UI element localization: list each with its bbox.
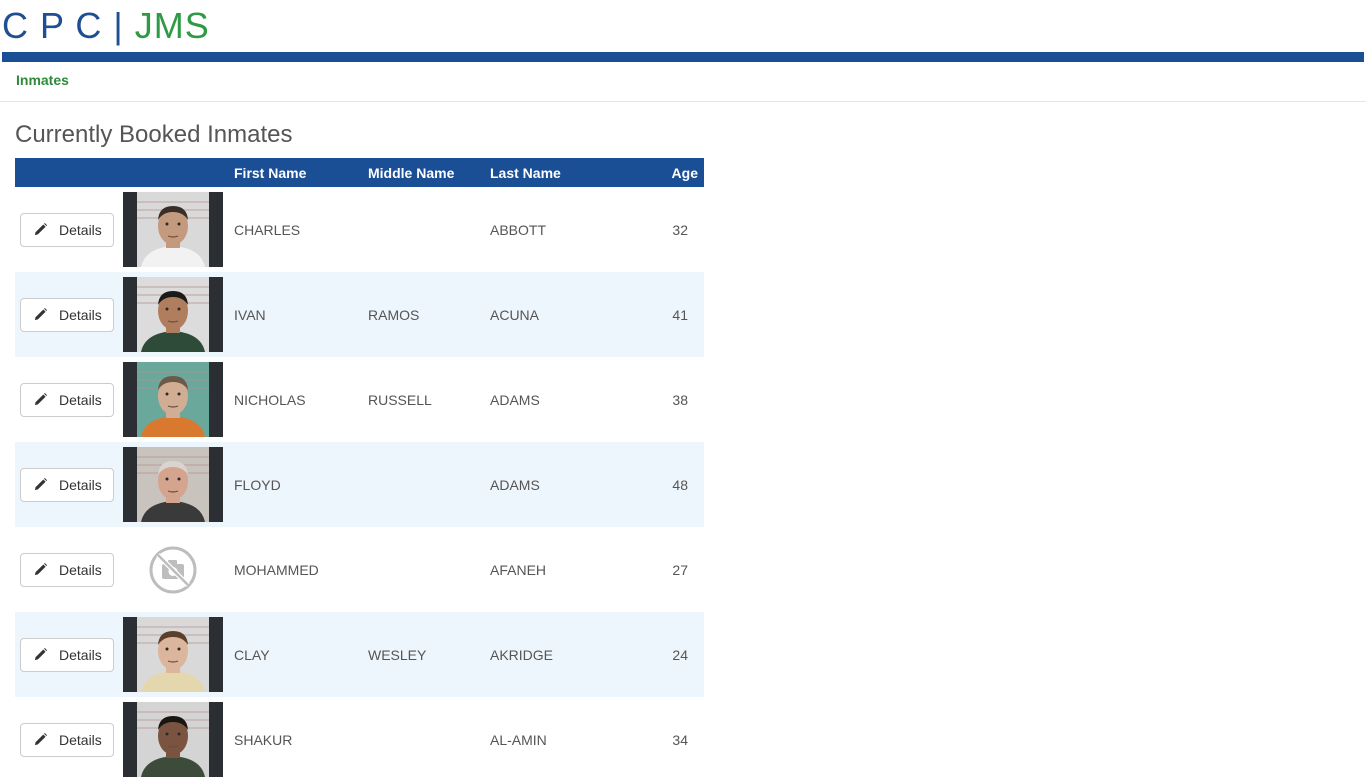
age-cell: 34 [672, 731, 688, 748]
age-cell: 48 [672, 476, 688, 493]
inmate-photo[interactable] [123, 277, 223, 352]
age-cell: 32 [672, 221, 688, 238]
actions-cell: Details [15, 612, 119, 697]
actions-cell: Details [15, 697, 119, 782]
middle-name-cell: WESLEY [368, 646, 427, 663]
actions-cell: Details [15, 187, 119, 272]
header-actions [15, 158, 119, 187]
middle-name-cell [368, 697, 490, 782]
table-body: Details CHARLES ABBOTT 32 Details IVAN R… [15, 187, 704, 782]
photo-cell [119, 272, 234, 357]
last-name-cell: AKRIDGE [490, 646, 554, 663]
header-bar [2, 52, 1364, 62]
photo-cell [119, 612, 234, 697]
first-name-cell: IVAN [234, 306, 266, 323]
age-cell: 38 [672, 391, 688, 408]
inmate-photo[interactable] [123, 447, 223, 522]
middle-name-cell [368, 442, 490, 527]
table-header: First Name Middle Name Last Name Age [15, 158, 704, 187]
header-last-name[interactable]: Last Name [490, 158, 640, 187]
photo-cell [119, 697, 234, 782]
header-age[interactable]: Age [640, 158, 704, 187]
table-row: Details [15, 272, 704, 357]
first-name-cell: SHAKUR [234, 731, 293, 748]
details-button-label: Details [59, 476, 102, 493]
last-name-cell: ADAMS [490, 391, 540, 408]
actions-cell: Details [15, 527, 119, 612]
inmate-photo[interactable] [123, 362, 223, 437]
last-name-cell: ABBOTT [490, 221, 547, 238]
first-name-cell: CHARLES [234, 221, 301, 238]
last-name-cell: ACUNA [490, 306, 540, 323]
pencil-icon [34, 732, 48, 746]
inmate-photo[interactable] [123, 192, 223, 267]
table-row: Details [15, 357, 704, 442]
app-logo[interactable]: C P C | JMS [2, 6, 210, 46]
age-cell: 24 [672, 646, 688, 663]
details-button-label: Details [59, 561, 102, 578]
table-row: Details [15, 187, 704, 272]
photo-cell [119, 357, 234, 442]
pencil-icon [34, 562, 48, 576]
photo-cell [119, 187, 234, 272]
pencil-icon [34, 222, 48, 236]
logo-cpc: C P C [2, 5, 103, 46]
first-name-cell: CLAY [234, 646, 270, 663]
header-first-name[interactable]: First Name [234, 158, 368, 187]
first-name-cell: FLOYD [234, 476, 281, 493]
last-name-cell: AFANEH [490, 561, 547, 578]
details-button[interactable]: Details [20, 637, 114, 672]
details-button[interactable]: Details [20, 552, 114, 587]
pencil-icon [34, 307, 48, 321]
age-cell: 27 [672, 561, 688, 578]
pencil-icon [34, 647, 48, 661]
header-photo [119, 158, 234, 187]
details-button-label: Details [59, 646, 102, 663]
last-name-cell: AL-AMIN [490, 731, 547, 748]
table-row: Details [15, 697, 704, 782]
details-button[interactable]: Details [20, 382, 114, 417]
logo-jms: JMS [134, 5, 210, 46]
actions-cell: Details [15, 272, 119, 357]
middle-name-cell [368, 187, 490, 272]
details-button[interactable]: Details [20, 212, 114, 247]
details-button[interactable]: Details [20, 722, 114, 757]
no-photo-icon [123, 532, 223, 607]
details-button-label: Details [59, 731, 102, 748]
details-button[interactable]: Details [20, 467, 114, 502]
inmate-photo[interactable] [123, 617, 223, 692]
last-name-cell: ADAMS [490, 476, 540, 493]
details-button-label: Details [59, 391, 102, 408]
details-button[interactable]: Details [20, 297, 114, 332]
details-button-label: Details [59, 306, 102, 323]
nav-bar: Inmates [0, 62, 1366, 102]
pencil-icon [34, 392, 48, 406]
page-title: Currently Booked Inmates [15, 121, 293, 148]
middle-name-cell: RUSSELL [368, 391, 432, 408]
table-row: Details [15, 442, 704, 527]
logo-separator: | [113, 5, 124, 46]
inmates-table: First Name Middle Name Last Name Age Det… [15, 158, 704, 782]
pencil-icon [34, 477, 48, 491]
photo-cell [119, 442, 234, 527]
age-cell: 41 [672, 306, 688, 323]
table-row: Details [15, 612, 704, 697]
actions-cell: Details [15, 357, 119, 442]
first-name-cell: MOHAMMED [234, 561, 319, 578]
first-name-cell: NICHOLAS [234, 391, 306, 408]
middle-name-cell: RAMOS [368, 306, 420, 323]
photo-cell [119, 527, 234, 612]
details-button-label: Details [59, 221, 102, 238]
nav-link-inmates[interactable]: Inmates [16, 72, 69, 88]
table-row: Details MOHAMMED AFANEH 27 [15, 527, 704, 612]
header-middle-name[interactable]: Middle Name [368, 158, 490, 187]
inmate-photo[interactable] [123, 702, 223, 777]
middle-name-cell [368, 527, 490, 612]
actions-cell: Details [15, 442, 119, 527]
